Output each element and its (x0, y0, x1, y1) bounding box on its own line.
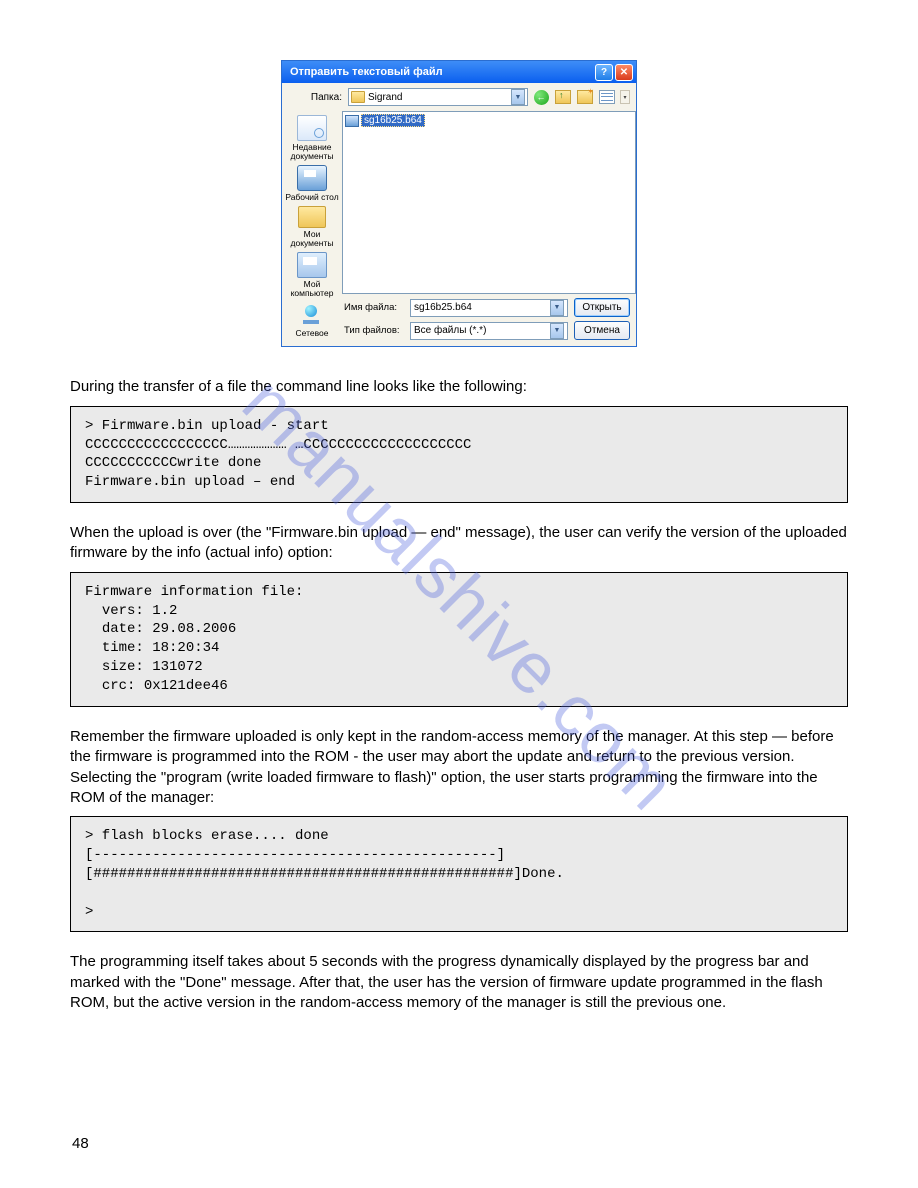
folder-label: Папка: (288, 92, 342, 103)
place-network[interactable]: Сетевое (282, 301, 342, 338)
dialog-title: Отправить текстовый файл (290, 66, 593, 78)
file-icon (345, 115, 359, 127)
place-label: Недавние документы (282, 143, 342, 161)
recent-documents-icon (297, 115, 327, 141)
body-text: Remember the firmware uploaded is only k… (70, 727, 848, 808)
body-text: The programming itself takes about 5 sec… (70, 952, 848, 1013)
filename-value: sg16b25.b64 (414, 302, 547, 313)
help-button[interactable]: ? (595, 64, 613, 81)
up-one-level-button[interactable] (554, 88, 572, 106)
dialog-toolbar: Папка: Sigrand ▼ ← ▾ (282, 83, 636, 111)
desktop-icon (297, 165, 327, 191)
terminal-output: > flash blocks erase.... done [---------… (70, 816, 848, 932)
place-my-computer[interactable]: Мой компьютер (282, 252, 342, 298)
place-label: Мои документы (282, 230, 342, 248)
place-my-documents[interactable]: Мои документы (282, 206, 342, 248)
new-folder-button[interactable] (576, 88, 594, 106)
folder-icon (351, 91, 365, 103)
file-item[interactable]: sg16b25.b64 (345, 114, 425, 127)
view-menu-button[interactable] (598, 88, 616, 106)
file-label: sg16b25.b64 (361, 114, 425, 127)
view-menu-dropdown[interactable]: ▾ (620, 90, 630, 104)
body-text: When the upload is over (the "Firmware.b… (70, 523, 848, 564)
filetype-label: Тип файлов: (344, 325, 404, 336)
my-documents-icon (298, 206, 326, 228)
place-desktop[interactable]: Рабочий стол (282, 165, 342, 202)
chevron-down-icon[interactable]: ▼ (550, 323, 564, 339)
place-label: Сетевое (296, 329, 329, 338)
file-list[interactable]: sg16b25.b64 (342, 111, 636, 294)
dialog-titlebar: Отправить текстовый файл ? ✕ (282, 61, 636, 83)
close-button[interactable]: ✕ (615, 64, 633, 81)
terminal-output: Firmware information file: vers: 1.2 dat… (70, 572, 848, 707)
filename-label: Имя файла: (344, 302, 404, 313)
my-computer-icon (297, 252, 327, 278)
chevron-down-icon[interactable]: ▼ (511, 89, 525, 105)
filename-input[interactable]: sg16b25.b64 ▼ (410, 299, 568, 317)
place-recent-documents[interactable]: Недавние документы (282, 115, 342, 161)
place-label: Мой компьютер (282, 280, 342, 298)
folder-dropdown[interactable]: Sigrand ▼ (348, 88, 528, 106)
place-label: Рабочий стол (285, 193, 338, 202)
back-button[interactable]: ← (532, 88, 550, 106)
network-icon (297, 301, 327, 327)
file-open-dialog: Отправить текстовый файл ? ✕ Папка: Sigr… (281, 60, 637, 347)
cancel-button[interactable]: Отмена (574, 321, 630, 340)
body-text: During the transfer of a file the comman… (70, 377, 848, 397)
folder-value: Sigrand (368, 92, 508, 103)
terminal-output: > Firmware.bin upload - start CCCCCCCCCC… (70, 406, 848, 504)
filetype-value: Все файлы (*.*) (414, 325, 547, 336)
open-button[interactable]: Открыть (574, 298, 630, 317)
filetype-dropdown[interactable]: Все файлы (*.*) ▼ (410, 322, 568, 340)
places-bar: Недавние документы Рабочий стол Мои доку… (282, 111, 342, 346)
chevron-down-icon[interactable]: ▼ (550, 300, 564, 316)
page-number: 48 (72, 1135, 89, 1152)
